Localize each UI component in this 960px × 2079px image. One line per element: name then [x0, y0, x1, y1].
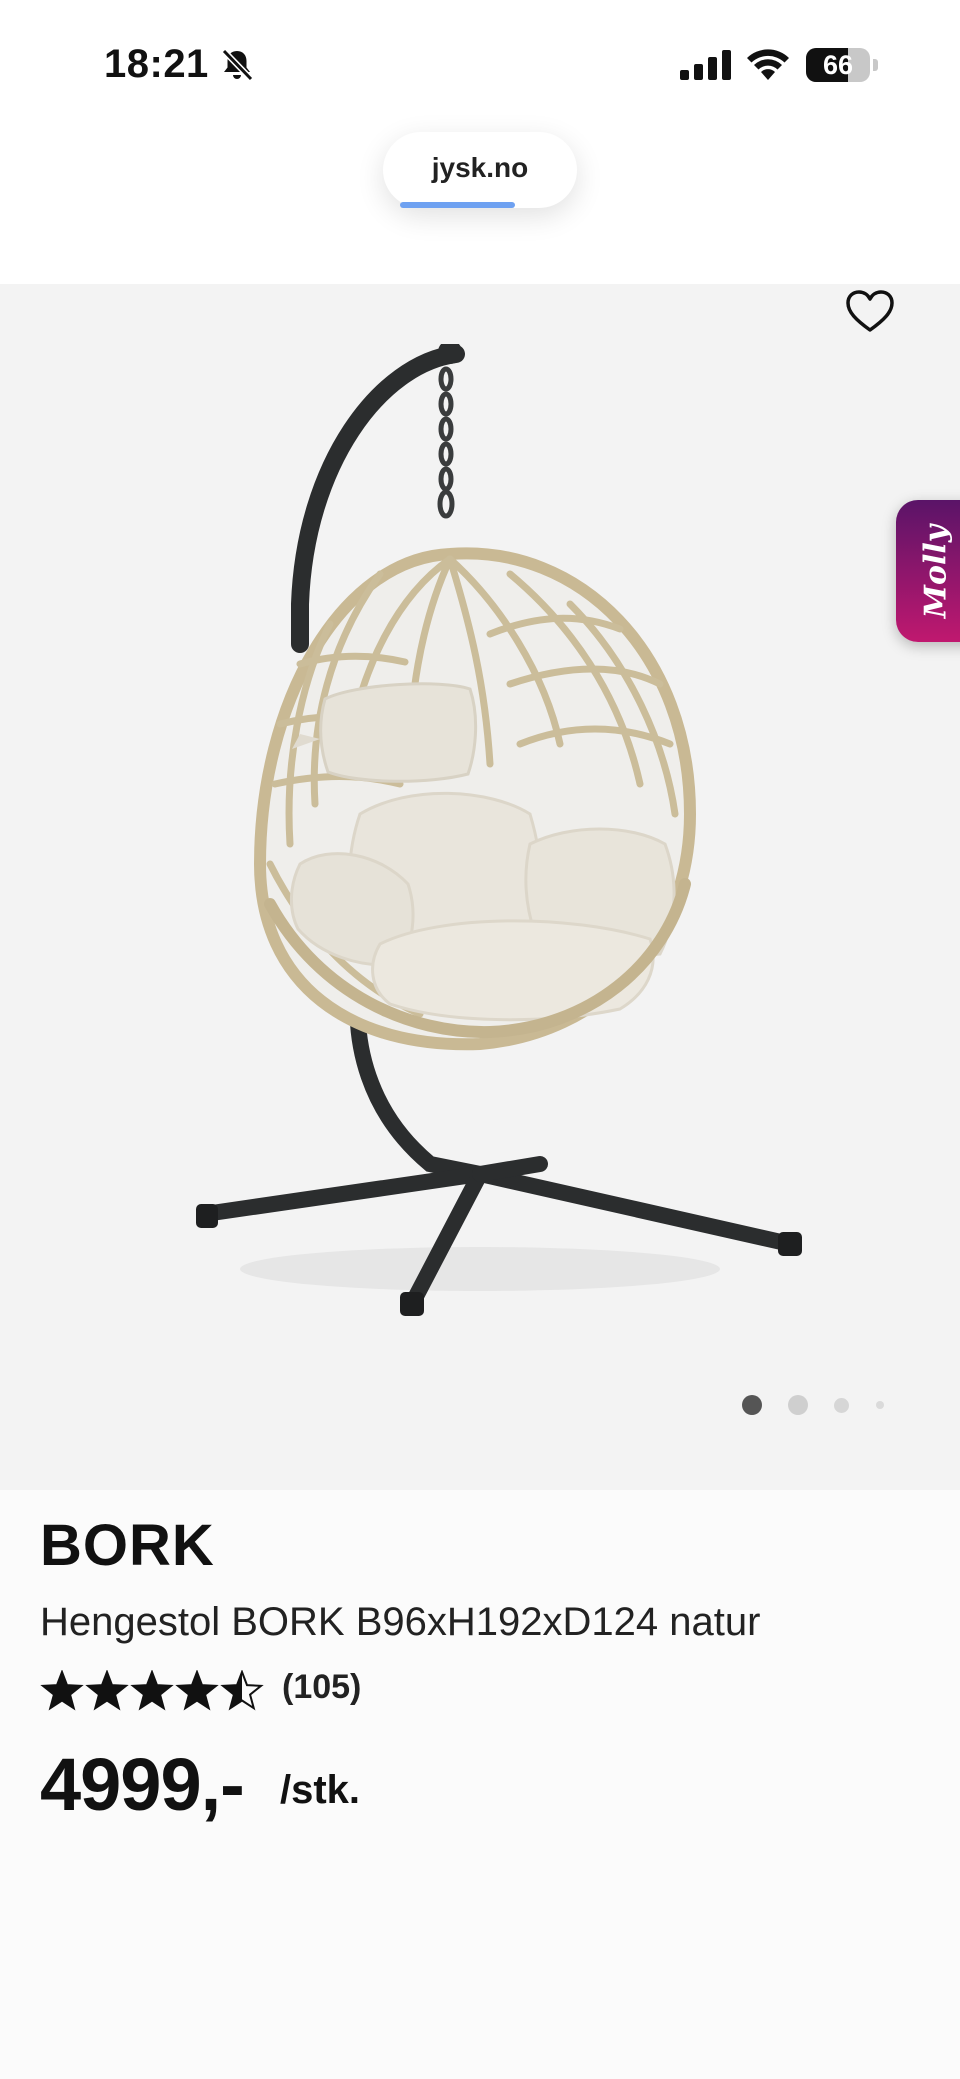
- url-text: jysk.no: [431, 152, 529, 183]
- carousel-dot-4[interactable]: [876, 1401, 884, 1409]
- product-name: Hengestol BORK B96xH192xD124 natur: [40, 1600, 761, 1644]
- rating-stars[interactable]: [40, 1670, 272, 1714]
- bell-slash-icon: [221, 48, 254, 82]
- product-info: BORK Hengestol BORK B96xH192xD124 natur …: [0, 1490, 960, 2079]
- star-icon: [40, 1670, 84, 1711]
- status-time: 18:21: [104, 42, 209, 86]
- star-icon: [220, 1670, 264, 1711]
- product-price: 4999,-: [40, 1743, 245, 1826]
- wifi-icon: [747, 49, 789, 80]
- heart-outline-icon[interactable]: [842, 284, 898, 340]
- status-bar: 18:21 66: [0, 0, 960, 130]
- product-image-gallery[interactable]: Molly: [0, 284, 960, 1490]
- carousel-dot-3[interactable]: [834, 1398, 849, 1413]
- chat-assistant-button[interactable]: Molly: [896, 500, 960, 642]
- star-icon: [85, 1670, 129, 1711]
- page-load-progress: [400, 202, 516, 208]
- carousel-dot-2[interactable]: [788, 1395, 808, 1415]
- url-bar[interactable]: jysk.no: [383, 132, 577, 208]
- chat-assistant-label: Molly: [918, 524, 954, 619]
- carousel-pagination[interactable]: [740, 1392, 900, 1416]
- signal-icon: [680, 50, 731, 80]
- browser-address-area: jysk.no: [0, 130, 960, 284]
- star-icon: [130, 1670, 174, 1711]
- price-unit: /stk.: [280, 1768, 361, 1812]
- hanging-egg-chair-image: [196, 344, 802, 1316]
- product-brand: BORK: [40, 1513, 215, 1578]
- battery-level: 66: [822, 50, 854, 80]
- star-icon: [175, 1670, 219, 1711]
- review-count[interactable]: (105): [282, 1668, 361, 1707]
- carousel-dot-1[interactable]: [742, 1395, 762, 1415]
- battery-icon: 66: [806, 48, 878, 82]
